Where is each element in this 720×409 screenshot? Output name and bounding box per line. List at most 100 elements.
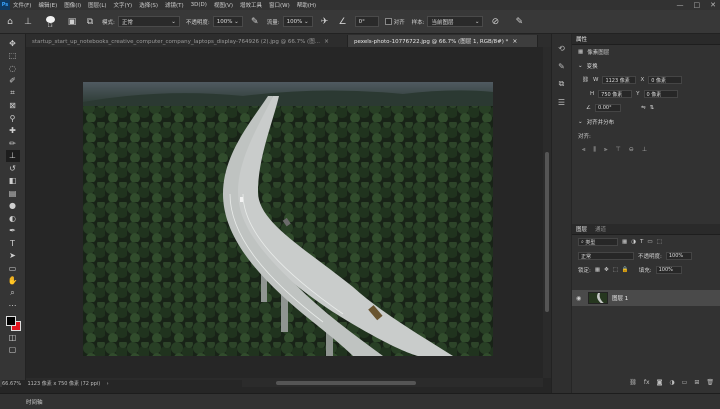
x-field[interactable]: 0 像素 (648, 76, 683, 84)
menu-image[interactable]: 图像(I) (64, 1, 81, 9)
align-center-icon[interactable]: ⫼ (593, 146, 596, 154)
close-icon[interactable]: × (512, 38, 517, 45)
menu-layer[interactable]: 图层(L) (88, 1, 106, 9)
flow-input[interactable]: 100% ⌄ (282, 16, 313, 27)
align-left-icon[interactable]: ⫷ (582, 146, 585, 154)
angle-field[interactable]: 0.00° (594, 104, 621, 112)
brush-preset-picker[interactable]: 13 (40, 15, 60, 28)
lock-position-icon[interactable]: ✥ (604, 267, 609, 273)
height-field[interactable]: 750 像素 (598, 90, 633, 98)
blend-mode-select[interactable]: 正常 (578, 252, 634, 260)
properties-panel-icon[interactable]: ☰ (556, 96, 568, 108)
width-field[interactable]: 1123 像素 (602, 76, 637, 84)
filter-shape-icon[interactable]: ▭ (647, 239, 652, 245)
crop-tool-icon[interactable]: ⌗ (6, 87, 20, 100)
filter-pixel-icon[interactable]: ▦ (622, 239, 627, 245)
layer-opacity-field[interactable]: 100% (665, 252, 692, 260)
menu-plugins[interactable]: 增效工具 (240, 1, 262, 9)
home-icon[interactable]: ⌂ (4, 16, 16, 28)
fx-icon[interactable]: fx (644, 379, 650, 386)
opacity-input[interactable]: 100% ⌄ (212, 16, 243, 27)
sample-select[interactable]: 当前图层 ⌄ (427, 16, 484, 27)
blur-tool-icon[interactable]: ● (6, 200, 20, 213)
history-panel-icon[interactable]: ⟲ (556, 42, 568, 54)
marquee-tool-icon[interactable]: ⬚ (6, 50, 20, 63)
transform-section-title[interactable]: ⌄ 变换 (572, 59, 720, 73)
brush-settings-icon[interactable]: ▣ (66, 16, 78, 28)
filter-type-icon[interactable]: T (640, 239, 643, 245)
trash-icon[interactable]: 🗑 (706, 379, 714, 386)
vertical-scrollbar[interactable] (543, 47, 551, 378)
frame-tool-icon[interactable]: ⊠ (6, 100, 20, 113)
horizontal-scroll-thumb[interactable] (276, 381, 416, 385)
foreground-color-swatch[interactable] (5, 316, 16, 326)
type-tool-icon[interactable]: T (6, 237, 20, 250)
maximize-button[interactable]: □ (694, 1, 701, 9)
menu-edit[interactable]: 编辑(E) (38, 1, 57, 9)
flip-vertical-icon[interactable]: ⇅ (650, 105, 655, 111)
filter-smart-icon[interactable]: ⬚ (657, 239, 662, 245)
eyedropper-tool-icon[interactable]: ⚲ (6, 112, 20, 125)
quick-select-tool-icon[interactable]: ✐ (6, 75, 20, 88)
add-mask-icon[interactable]: ◙ (657, 379, 663, 386)
filter-adjust-icon[interactable]: ◑ (631, 239, 636, 245)
history-brush-tool-icon[interactable]: ↺ (6, 162, 20, 175)
menu-filter[interactable]: 滤镜(T) (165, 1, 184, 9)
pressure-size-icon[interactable]: ✎ (513, 16, 525, 28)
menu-select[interactable]: 选择(S) (139, 1, 158, 9)
airbrush-icon[interactable]: ✈ (319, 16, 331, 28)
clone-stamp-tool-preset-icon[interactable]: ⊥ (22, 16, 34, 28)
zoom-tool-icon[interactable]: ⌕ (6, 287, 20, 300)
minimize-button[interactable]: — (677, 1, 684, 9)
align-right-icon[interactable]: ⫸ (604, 146, 607, 154)
adjustment-layer-icon[interactable]: ◑ (669, 379, 674, 386)
align-bottom-icon[interactable]: ⊥ (642, 146, 647, 154)
pen-tool-icon[interactable]: ✒ (6, 225, 20, 238)
tab-channels[interactable]: 通道 (595, 225, 606, 233)
align-checkbox[interactable] (384, 18, 392, 25)
hand-tool-icon[interactable]: ✋ (6, 275, 20, 288)
ignore-adjustment-icon[interactable]: ⊘ (489, 16, 501, 28)
layer-name[interactable]: 图层 1 (612, 294, 628, 302)
brush-panel-icon[interactable]: ✎ (556, 60, 568, 72)
menu-type[interactable]: 文字(Y) (114, 1, 133, 9)
photoshop-logo[interactable]: Ps (0, 0, 10, 10)
gradient-tool-icon[interactable]: ▤ (6, 187, 20, 200)
timeline-label[interactable]: 时间轴 (26, 398, 43, 406)
y-field[interactable]: 0 像素 (643, 90, 678, 98)
eraser-tool-icon[interactable]: ◧ (6, 175, 20, 188)
vertical-scroll-thumb[interactable] (545, 152, 549, 312)
close-icon[interactable]: × (324, 38, 329, 45)
dodge-tool-icon[interactable]: ◐ (6, 212, 20, 225)
shape-tool-icon[interactable]: ▭ (6, 262, 20, 275)
move-tool-icon[interactable]: ✥ (6, 37, 20, 50)
link-icon[interactable]: ⛓ (582, 77, 589, 83)
menu-help[interactable]: 帮助(H) (297, 1, 316, 9)
mode-select[interactable]: 正常 ⌄ (117, 16, 180, 27)
pressure-opacity-icon[interactable]: ✎ (249, 16, 261, 28)
tab-startup-image[interactable]: startup_start_up_notebooks_creative_comp… (26, 35, 348, 47)
align-middle-icon[interactable]: ⊖ (629, 146, 634, 154)
path-select-tool-icon[interactable]: ➤ (6, 250, 20, 263)
new-layer-icon[interactable]: ⊞ (694, 379, 699, 386)
align-section-title[interactable]: ⌄ 对齐并分布 (572, 115, 720, 129)
lock-all-icon[interactable]: 🔒 (622, 267, 629, 273)
menu-file[interactable]: 文件(F) (13, 1, 31, 9)
menu-view[interactable]: 视图(V) (214, 1, 233, 9)
layer-filter-select[interactable]: ⌕ 类型 (578, 238, 618, 246)
more-tools-icon[interactable]: ⋯ (6, 300, 20, 313)
status-arrow-icon[interactable]: › (107, 381, 109, 387)
menu-window[interactable]: 窗口(W) (269, 1, 290, 9)
menu-3d[interactable]: 3D(D) (191, 2, 207, 8)
zoom-level[interactable]: 66.67% (2, 381, 21, 387)
align-top-icon[interactable]: ⊤ (616, 146, 621, 154)
flip-horizontal-icon[interactable]: ⇋ (641, 105, 646, 111)
angle-input[interactable]: 0° (354, 16, 379, 27)
visibility-eye-icon[interactable]: ◉ (576, 295, 584, 302)
lock-artboard-icon[interactable]: ⬚ (613, 267, 618, 273)
document-workspace[interactable] (26, 47, 543, 378)
fill-field[interactable]: 100% (655, 266, 682, 274)
tab-pexels-photo[interactable]: pexels-photo-10776722.jpg @ 66.7% (图层 1,… (348, 35, 538, 47)
link-layers-icon[interactable]: ⛓ (629, 379, 637, 386)
lasso-tool-icon[interactable]: ◌ (6, 62, 20, 75)
